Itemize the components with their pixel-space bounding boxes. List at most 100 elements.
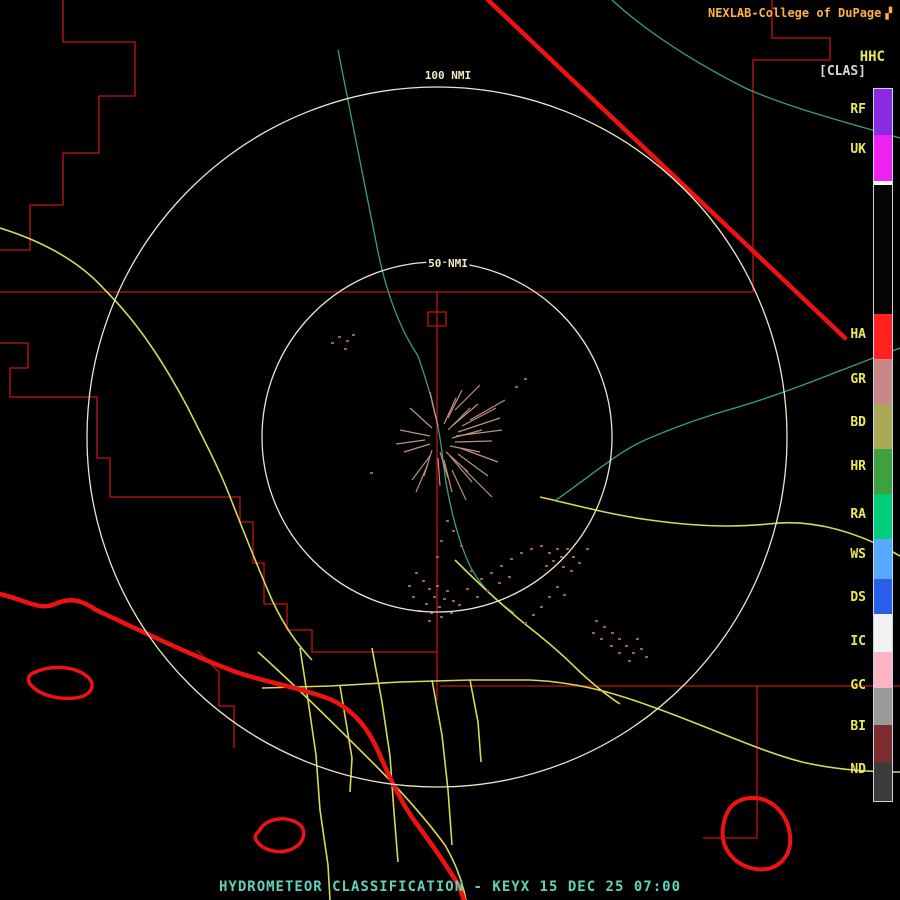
echo-streak	[430, 392, 436, 418]
legend-label-uk: UK	[850, 141, 866, 159]
echo-streak	[455, 441, 492, 442]
legend-segment	[874, 135, 892, 181]
echo-dot	[563, 594, 566, 596]
echo-dot	[595, 620, 598, 622]
legend-segment	[874, 314, 892, 359]
echo-dot	[628, 660, 631, 662]
echo-dot	[586, 548, 589, 550]
highway-diagonal-south	[258, 652, 466, 900]
echo-streak	[400, 430, 430, 436]
echo-dot	[548, 552, 551, 554]
echo-dot	[640, 648, 643, 650]
echo-dot	[436, 556, 439, 558]
echo-dot	[552, 560, 555, 562]
echo-dot	[578, 562, 581, 564]
legend-segment	[874, 762, 892, 801]
echo-dot	[370, 472, 373, 474]
echo-streak	[452, 404, 478, 426]
echo-dot	[600, 638, 603, 640]
echo-dot	[338, 336, 341, 338]
echo-dot	[540, 606, 543, 608]
echo-dot	[433, 596, 436, 598]
echo-dot	[618, 652, 621, 654]
echo-streak	[396, 440, 425, 444]
echo-streak	[452, 470, 466, 500]
echo-dot	[618, 638, 621, 640]
legend-segment	[874, 89, 892, 135]
legend-label-nd: ND	[850, 761, 866, 779]
echo-dot	[446, 520, 449, 522]
echo-dot	[425, 603, 428, 605]
echo-streak	[465, 470, 492, 497]
legend-segment	[874, 614, 892, 652]
legend-segment	[874, 449, 892, 494]
legend-label-ds: DS	[850, 589, 866, 607]
echo-dot	[636, 638, 639, 640]
legend-label-ha: HA	[850, 326, 866, 344]
echo-dot	[610, 645, 613, 647]
legend-segment	[874, 185, 892, 314]
echo-dot	[524, 622, 527, 624]
echo-dot	[532, 614, 535, 616]
echo-dot	[346, 340, 349, 342]
echo-dot	[452, 600, 455, 602]
echo-dot	[562, 566, 565, 568]
echo-dot	[570, 570, 573, 572]
radar-display: 100 NMI 50 NMI NEXLAB-College of DuPage▞…	[0, 0, 900, 900]
echo-dot	[556, 548, 559, 550]
echo-streak	[450, 456, 472, 482]
echo-dot	[440, 540, 443, 542]
echo-dot	[611, 632, 614, 634]
echo-dot	[415, 572, 418, 574]
legend-segment	[874, 404, 892, 449]
echo-streak	[458, 454, 488, 476]
echo-streak	[410, 408, 432, 428]
echo-dot	[458, 604, 461, 606]
echo-dot	[440, 616, 443, 618]
echo-streak	[450, 446, 480, 452]
county-line-topleft	[0, 0, 135, 250]
echo-dot	[566, 548, 569, 550]
highway-southeast	[262, 680, 900, 772]
echo-dot	[645, 656, 648, 658]
highway-connector-2	[470, 680, 481, 762]
legend-label-bi: BI	[850, 718, 866, 736]
echo-dot	[331, 342, 334, 344]
echo-dot	[446, 590, 449, 592]
echo-dot	[508, 576, 511, 578]
legend-color-bar	[873, 88, 893, 802]
echo-dot	[625, 645, 628, 647]
river-central	[338, 50, 514, 613]
echo-streak	[438, 458, 440, 486]
echo-dot	[572, 556, 575, 558]
legend-label-bd: BD	[850, 414, 866, 432]
echo-dot	[560, 556, 563, 558]
legend-segment	[874, 652, 892, 688]
echo-dot	[412, 596, 415, 598]
highway-vertical-2	[372, 648, 398, 862]
echo-dot	[443, 598, 446, 600]
product-mode-label: [CLAS]	[819, 64, 866, 79]
interstate-diagonal-ne	[488, 0, 845, 338]
legend-segment	[874, 359, 892, 404]
legend-segment	[874, 688, 892, 725]
echo-dot	[540, 545, 543, 547]
echo-dot	[428, 620, 431, 622]
echo-streak	[440, 452, 448, 478]
rivers	[338, 0, 900, 613]
echo-dot	[436, 585, 439, 587]
echo-dot	[470, 570, 473, 572]
legend-label-ws: WS	[850, 546, 866, 564]
legend-label-ra: RA	[850, 506, 866, 524]
echo-dot	[344, 348, 347, 350]
echo-dot	[438, 606, 441, 608]
product-caption: HYDROMETEOR CLASSIFICATION - KEYX 15 DEC…	[0, 879, 900, 895]
echo-dot	[510, 558, 513, 560]
echo-dot	[352, 334, 355, 336]
echo-dot	[476, 596, 479, 598]
source-label: NEXLAB-College of DuPage	[708, 6, 881, 20]
echo-streak	[448, 390, 462, 418]
legend-segment	[874, 494, 892, 539]
legend-label-ic: IC	[850, 633, 866, 651]
echo-streak	[412, 456, 430, 480]
